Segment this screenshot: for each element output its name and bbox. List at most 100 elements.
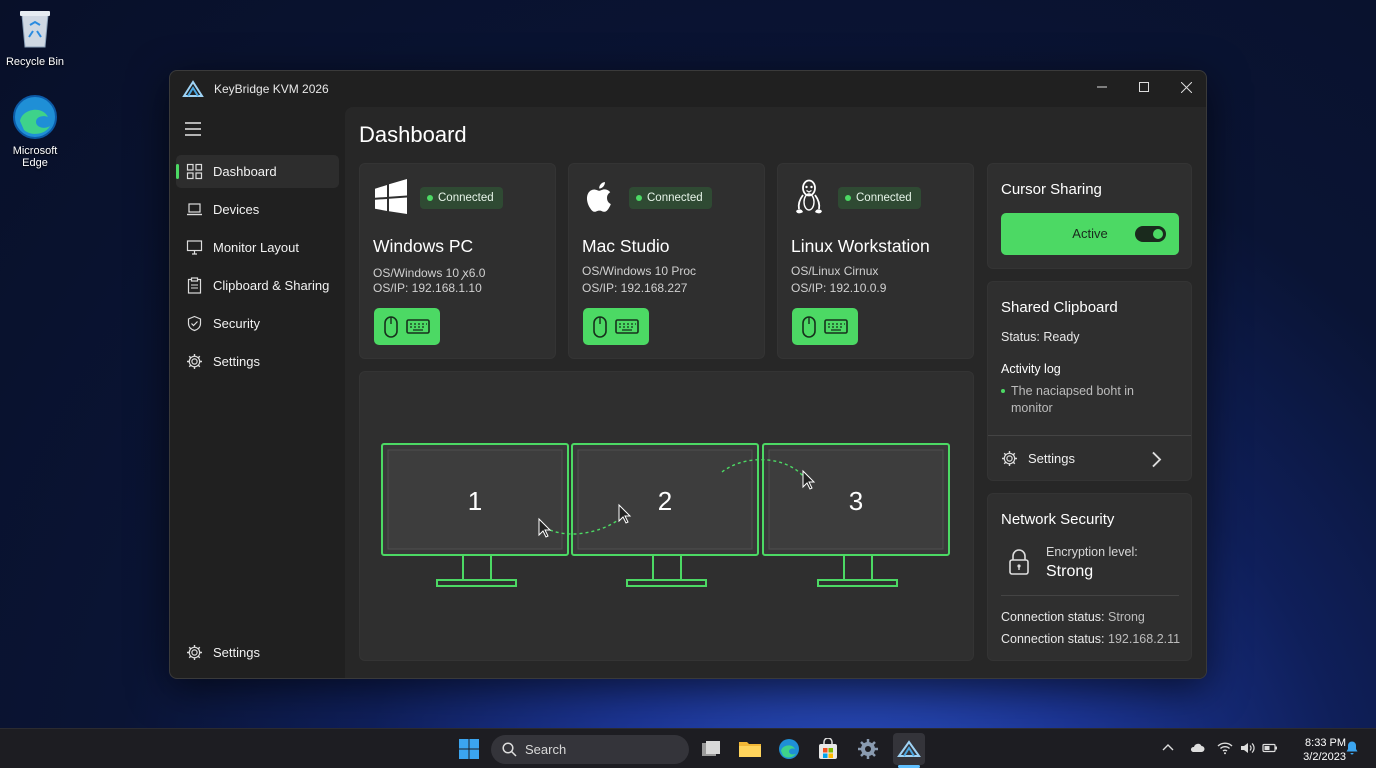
sidebar: Dashboard Devices Monitor Layout Clipboa… (170, 107, 345, 678)
task-view-icon (702, 741, 720, 756)
divider (1001, 595, 1179, 596)
input-sharing-button[interactable] (792, 308, 858, 345)
mouse-icon (384, 315, 398, 338)
toggle-switch[interactable] (1135, 226, 1166, 242)
cloud-icon[interactable] (1189, 740, 1205, 756)
sidebar-item-label: Devices (213, 202, 260, 217)
clipboard-settings-row[interactable]: Settings (988, 436, 1191, 480)
keyboard-icon (615, 319, 639, 334)
desktop-icon-label: Recycle Bin (5, 56, 65, 68)
clock-time: 8:33 PM (1305, 737, 1346, 749)
keyboard-icon (824, 319, 848, 334)
minimize-icon (1097, 86, 1107, 88)
connection-status-label: Connection status: (1001, 610, 1105, 624)
input-sharing-button[interactable] (374, 308, 440, 345)
connection-status-value: 192.168.2.11 (1108, 632, 1181, 646)
gear-icon (187, 645, 202, 660)
device-card-mac[interactable]: Connected Mac Studio OS/Windows 10 Proc … (568, 163, 765, 359)
device-card-linux[interactable]: Connected Linux Workstation OS/Linux Cir… (777, 163, 974, 359)
recycle-bin-icon (11, 4, 59, 52)
input-sharing-button[interactable] (583, 308, 649, 345)
chevron-right-icon (1152, 451, 1162, 468)
search-icon (502, 742, 517, 757)
activity-log-title: Activity log (1001, 362, 1061, 376)
card-title: Network Security (1001, 511, 1115, 528)
hamburger-menu-icon[interactable] (184, 122, 202, 136)
device-name: Mac Studio (582, 236, 670, 256)
chevron-up-icon[interactable] (1160, 740, 1176, 756)
encryption-value: Strong (1046, 563, 1094, 580)
sidebar-item-settings[interactable]: Settings (176, 345, 339, 378)
sidebar-nav: Dashboard Devices Monitor Layout Clipboa… (176, 155, 339, 383)
desktop-icon-edge[interactable]: Microsoft Edge (0, 93, 70, 169)
close-button[interactable] (1165, 71, 1206, 103)
connection-status-value: Strong (1108, 610, 1145, 624)
monitor-3[interactable]: 3 (762, 443, 950, 587)
clipboard-icon (187, 277, 202, 294)
sidebar-item-label: Settings (213, 354, 260, 369)
device-name: Windows PC (373, 236, 474, 256)
monitor-1[interactable]: 1 (381, 443, 569, 587)
sidebar-item-clipboard[interactable]: Clipboard & Sharing (176, 269, 339, 302)
start-button[interactable] (456, 736, 482, 762)
title-bar[interactable]: KeyBridge KVM 2026 (170, 71, 1206, 107)
taskbar-file-explorer[interactable] (737, 736, 763, 762)
clock-date: 3/2/2023 (1303, 751, 1346, 763)
store-icon (819, 738, 837, 759)
main-content: Dashboard Connected Windows PC OS/Window… (345, 107, 1206, 678)
device-ip: OS/IP: 192.10.0.9 (791, 281, 887, 295)
card-title: Shared Clipboard (1001, 299, 1118, 316)
device-ip: OS/IP: 192.168.227 (582, 281, 688, 295)
card-title: Cursor Sharing (1001, 181, 1102, 198)
cursor-sharing-toggle[interactable]: Active (1001, 213, 1179, 255)
connection-status-row: Connection status: 192.168.2.11 (1001, 632, 1180, 646)
desktop-icon-recycle-bin[interactable]: Recycle Bin (0, 4, 70, 68)
status-badge: Connected (420, 187, 503, 209)
mouse-icon (593, 315, 607, 338)
device-ip: OS/IP: 192.168.1.10 (373, 281, 482, 295)
monitor-label: 1 (468, 486, 482, 516)
edge-icon (779, 739, 799, 759)
clock[interactable]: 8:33 PM 3/2/2023 (1303, 736, 1346, 764)
taskbar-edge[interactable] (776, 736, 802, 762)
sidebar-item-label: Monitor Layout (213, 240, 299, 255)
connection-status-label: Connection status: (1001, 632, 1105, 646)
shield-icon (187, 315, 202, 332)
linux-logo-icon (796, 179, 822, 214)
sidebar-item-dashboard[interactable]: Dashboard (176, 155, 339, 188)
device-os: OS/Linux Cirnux (791, 264, 879, 278)
cursor-sharing-card: Cursor Sharing Active (987, 163, 1192, 269)
taskbar-search[interactable]: Search (491, 735, 689, 764)
wifi-icon[interactable] (1217, 740, 1233, 756)
device-card-windows[interactable]: Connected Windows PC OS/Windows 10 ꭗ6.0 … (359, 163, 556, 359)
sidebar-item-security[interactable]: Security (176, 307, 339, 340)
taskbar-settings[interactable] (855, 736, 881, 762)
windows-start-icon (459, 739, 479, 759)
settings-label: Settings (1028, 450, 1075, 466)
sidebar-item-devices[interactable]: Devices (176, 193, 339, 226)
sidebar-item-label: Settings (213, 645, 260, 660)
speaker-icon[interactable] (1239, 740, 1255, 756)
keyboard-icon (406, 319, 430, 334)
notification-bell-icon[interactable] (1344, 740, 1360, 756)
sidebar-footer-settings[interactable]: Settings (176, 636, 339, 669)
monitor-2[interactable]: 2 (571, 443, 759, 587)
monitor-layout-diagram: 1 2 3 (381, 443, 950, 587)
minimize-button[interactable] (1081, 71, 1123, 103)
encryption-label: Encryption level: (1046, 545, 1138, 559)
battery-icon[interactable] (1262, 740, 1278, 756)
taskbar-store[interactable] (815, 736, 841, 762)
device-os: OS/Windows 10 ꭗ6.0 (373, 266, 486, 280)
monitor-label: 3 (849, 486, 863, 516)
windows-logo-icon (375, 179, 407, 215)
taskbar-keybridge[interactable] (893, 733, 925, 765)
shared-clipboard-card: Shared Clipboard Status: Ready Activity … (987, 281, 1192, 481)
task-view-button[interactable] (698, 736, 724, 762)
edge-icon (11, 93, 59, 141)
status-badge: Connected (629, 187, 712, 209)
app-window: KeyBridge KVM 2026 Dashboard Devices Mon… (169, 70, 1207, 679)
device-name: Linux Workstation (791, 236, 930, 256)
maximize-button[interactable] (1123, 71, 1165, 103)
sidebar-item-monitor-layout[interactable]: Monitor Layout (176, 231, 339, 264)
taskbar: Search 8:33 PM 3/2/2023 (0, 728, 1376, 768)
